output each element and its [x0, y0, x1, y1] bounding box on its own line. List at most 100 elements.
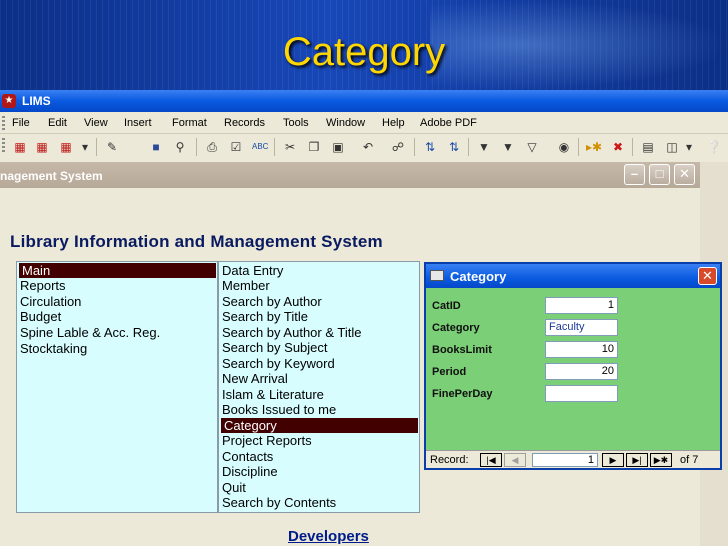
record-label: Record: [430, 454, 469, 466]
pdf-convert-icon[interactable]: ▦ [12, 139, 28, 155]
spelling-icon[interactable]: ABC [252, 139, 268, 155]
properties-icon[interactable]: ▤ [640, 139, 656, 155]
menu-tools[interactable]: Tools [283, 117, 309, 129]
maximize-button[interactable]: □ [649, 164, 670, 185]
main-menu-item-circulation[interactable]: Circulation [20, 294, 81, 309]
paste-icon[interactable]: ▣ [330, 139, 346, 155]
app-title: LIMS [22, 94, 51, 108]
print-preview-icon[interactable]: ☑ [228, 139, 244, 155]
delete-record-icon[interactable]: ✖ [610, 139, 626, 155]
menu-edit[interactable]: Edit [48, 117, 67, 129]
sub-menu-item-books-issued[interactable]: Books Issued to me [222, 402, 336, 417]
toolbar-separator [196, 138, 197, 156]
sub-menu-item-quit[interactable]: Quit [222, 480, 246, 495]
menu-bar: File Edit View Insert Format Records Too… [0, 112, 728, 134]
access-app-icon[interactable]: ★ [2, 94, 16, 108]
find-icon[interactable]: ◉ [556, 139, 572, 155]
next-record-button[interactable]: ▶ [602, 453, 624, 467]
database-window-icon[interactable]: ◫ [664, 139, 680, 155]
menu-adobe-pdf[interactable]: Adobe PDF [420, 117, 477, 129]
cut-icon[interactable]: ✂ [282, 139, 298, 155]
bookslimit-label: BooksLimit [432, 344, 492, 356]
main-form-titlebar[interactable]: nagement System – □ ✕ [0, 162, 700, 188]
minimize-button[interactable]: – [624, 164, 645, 185]
previous-record-button[interactable]: ◀ [504, 453, 526, 467]
record-navigation-bar: Record: |◀ ◀ 1 ▶ ▶| ▶✱ of 7 [426, 450, 720, 468]
catid-field[interactable]: 1 [545, 297, 618, 314]
fineperday-label: FinePerDay [432, 388, 493, 400]
toolbar-separator [578, 138, 579, 156]
menu-insert[interactable]: Insert [124, 117, 152, 129]
sub-menu-item-search-subject[interactable]: Search by Subject [222, 340, 328, 355]
category-field[interactable]: Faculty [545, 319, 618, 336]
sub-menu-item-search-author-title[interactable]: Search by Author & Title [222, 325, 361, 340]
sub-menu-item-project-reports[interactable]: Project Reports [222, 433, 312, 448]
menubar-grip[interactable] [2, 116, 5, 130]
apply-filter-icon[interactable]: ▽ [524, 139, 540, 155]
sub-menu-list[interactable]: Data Entry Member Search by Author Searc… [218, 261, 420, 513]
new-object-dropdown-icon[interactable]: ▾ [684, 139, 694, 155]
menu-format[interactable]: Format [172, 117, 207, 129]
record-count: of 7 [680, 454, 699, 466]
menu-file[interactable]: File [12, 117, 30, 129]
help-icon[interactable]: ❔ [706, 139, 722, 155]
record-number-input[interactable]: 1 [532, 453, 598, 467]
main-menu-item-main[interactable]: Main [19, 263, 216, 278]
first-record-button[interactable]: |◀ [480, 453, 502, 467]
insert-hyperlink-icon[interactable]: ☍ [390, 139, 406, 155]
main-menu-item-stocktaking[interactable]: Stocktaking [20, 341, 87, 356]
copy-icon[interactable]: ❐ [306, 139, 322, 155]
sub-menu-item-search-title[interactable]: Search by Title [222, 309, 308, 324]
menu-records[interactable]: Records [224, 117, 265, 129]
dropdown-icon[interactable]: ▾ [80, 139, 90, 155]
slide-header: Category [0, 0, 728, 90]
bookslimit-field[interactable]: 10 [545, 341, 618, 358]
print-icon[interactable]: ⎙ [204, 139, 220, 155]
sub-menu-item-search-author[interactable]: Search by Author [222, 294, 322, 309]
sub-menu-item-search-keyword[interactable]: Search by Keyword [222, 356, 335, 371]
slide-title: Category [282, 30, 446, 74]
sub-menu-item-search-contents[interactable]: Search by Contents [222, 495, 336, 510]
app-titlebar[interactable]: ★ LIMS [0, 90, 728, 112]
sub-menu-item-member[interactable]: Member [222, 278, 270, 293]
search-icon[interactable]: ⚲ [172, 139, 188, 155]
new-record-icon[interactable]: ▸✱ [586, 139, 602, 155]
sub-menu-item-discipline[interactable]: Discipline [222, 464, 278, 479]
filter-by-form-icon[interactable]: ▼ [500, 139, 516, 155]
new-record-button[interactable]: ▶✱ [650, 453, 672, 467]
toolbar-separator [632, 138, 633, 156]
sub-menu-item-contacts[interactable]: Contacts [222, 449, 273, 464]
undo-icon[interactable]: ↶ [360, 139, 376, 155]
toolbar: ▦ ▦ ▦ ▾ ✎ ■ ⚲ ⎙ ☑ ABC ✂ ❐ ▣ ↶ ☍ ⇅ ⇅ ▼ ▼ … [0, 134, 728, 160]
close-button[interactable]: ✕ [674, 164, 695, 185]
main-menu-item-reports[interactable]: Reports [20, 278, 66, 293]
menu-window[interactable]: Window [326, 117, 365, 129]
category-form-titlebar[interactable]: Category ✕ [426, 264, 720, 288]
sub-menu-item-data-entry[interactable]: Data Entry [222, 263, 283, 278]
pdf-review-icon[interactable]: ▦ [58, 139, 74, 155]
main-menu-list[interactable]: Main Reports Circulation Budget Spine La… [16, 261, 218, 513]
sort-descending-icon[interactable]: ⇅ [446, 139, 462, 155]
main-menu-item-spine-label[interactable]: Spine Lable & Acc. Reg. [20, 325, 160, 340]
toolbar-grip[interactable] [2, 138, 5, 152]
fineperday-field[interactable] [545, 385, 618, 402]
menu-view[interactable]: View [84, 117, 108, 129]
toolbar-separator [96, 138, 97, 156]
save-icon[interactable]: ■ [148, 139, 164, 155]
sub-menu-item-islam-literature[interactable]: Islam & Literature [222, 387, 324, 402]
form-icon [430, 270, 444, 281]
period-field[interactable]: 20 [545, 363, 618, 380]
main-menu-item-budget[interactable]: Budget [20, 309, 61, 324]
sub-menu-item-new-arrival[interactable]: New Arrival [222, 371, 288, 386]
design-view-icon[interactable]: ✎ [104, 139, 120, 155]
sort-ascending-icon[interactable]: ⇅ [422, 139, 438, 155]
menu-help[interactable]: Help [382, 117, 405, 129]
last-record-button[interactable]: ▶| [626, 453, 648, 467]
category-form-window: Category ✕ CatID 1 Category Faculty Book… [424, 262, 722, 470]
filter-by-selection-icon[interactable]: ▼ [476, 139, 492, 155]
system-heading: Library Information and Management Syste… [10, 232, 383, 251]
developers-link[interactable]: Developers [288, 528, 369, 545]
pdf-email-icon[interactable]: ▦ [34, 139, 50, 155]
sub-menu-item-category[interactable]: Category [221, 418, 418, 433]
category-close-button[interactable]: ✕ [698, 267, 717, 285]
